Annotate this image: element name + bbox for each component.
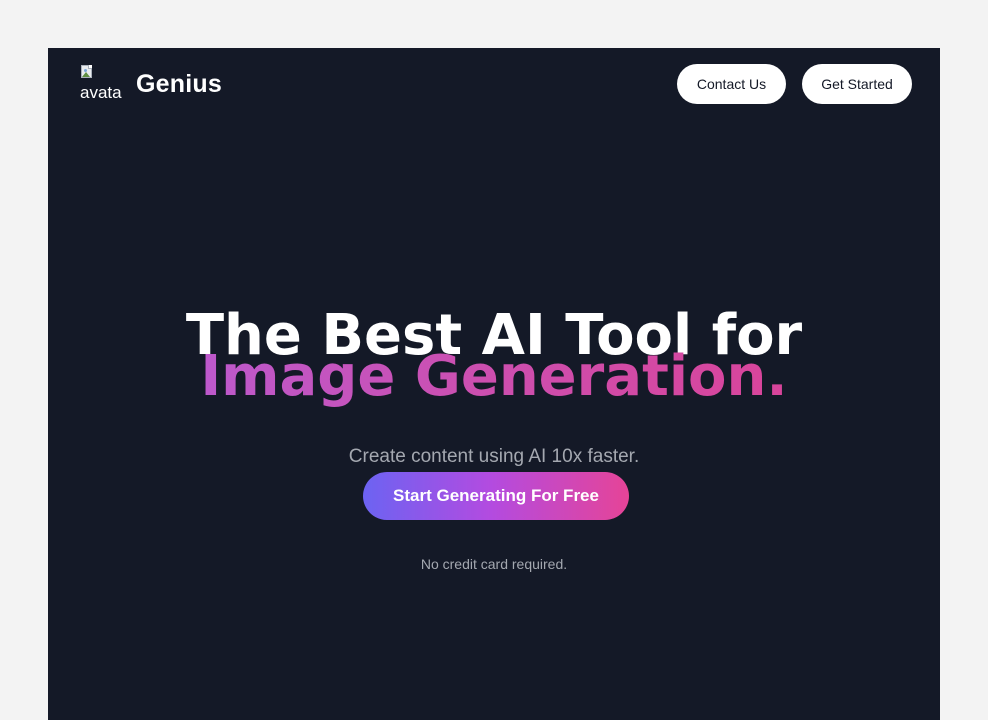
hero-subtitle: Create content using AI 10x faster. xyxy=(348,446,640,467)
hero-section: The Best AI Tool for Image Generation. C… xyxy=(48,48,940,720)
landing-page: avata Genius Contact Us Get Started The … xyxy=(48,48,940,720)
start-generating-button[interactable]: Start Generating For Free xyxy=(363,472,629,520)
hero-gradient-headline: Image Generation. xyxy=(48,338,940,416)
credit-card-note: No credit card required. xyxy=(420,556,568,572)
